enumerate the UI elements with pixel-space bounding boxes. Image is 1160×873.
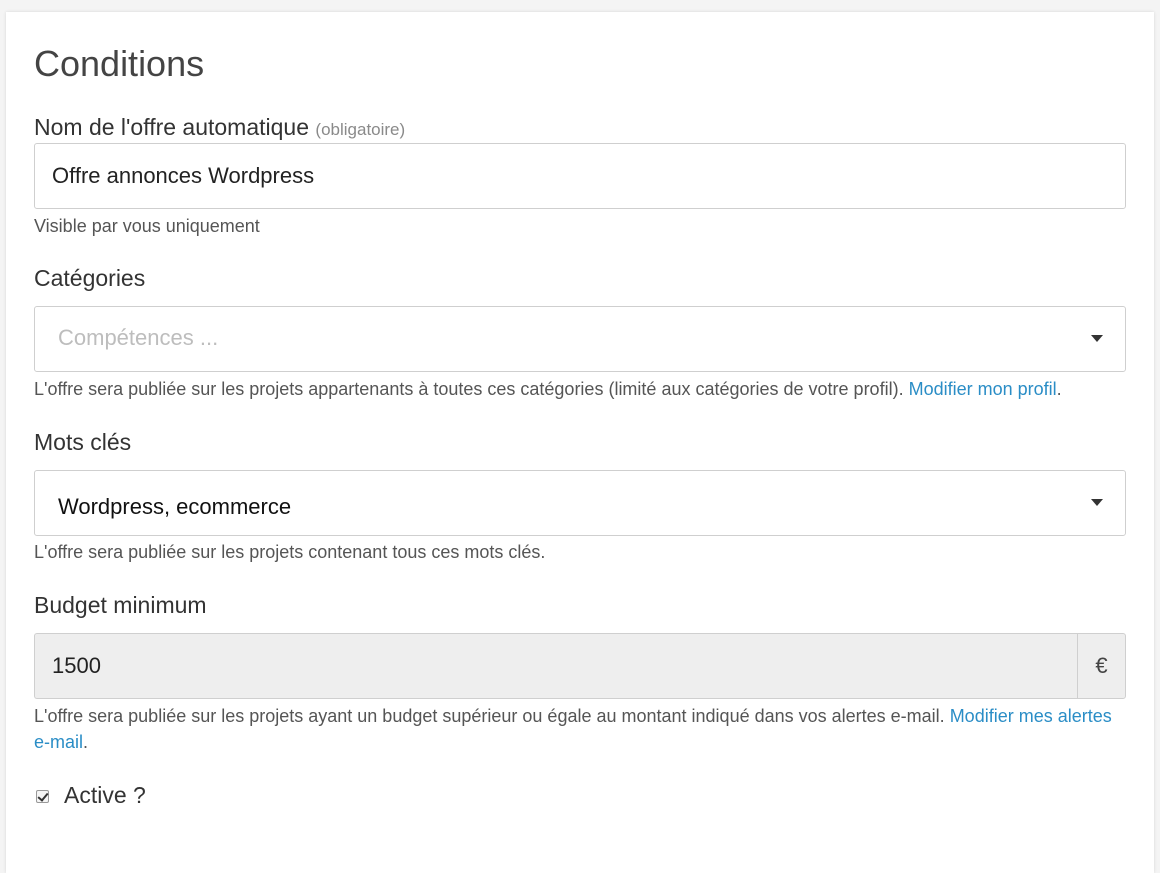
conditions-card: Conditions Nom de l'offre automatique (o… bbox=[6, 12, 1154, 873]
budget-value: 1500 bbox=[52, 653, 101, 678]
categories-help-suffix: . bbox=[1056, 379, 1062, 399]
currency-addon: € bbox=[1077, 633, 1126, 699]
keywords-help: L'offre sera publiée sur les projets con… bbox=[34, 542, 546, 562]
modify-profile-link[interactable]: Modifier mon profil bbox=[909, 379, 1057, 399]
required-hint: (obligatoire) bbox=[315, 120, 406, 139]
keywords-label: Mots clés bbox=[34, 429, 132, 455]
budget-label: Budget minimum bbox=[34, 592, 207, 618]
name-label-text: Nom de l'offre automatique bbox=[34, 114, 310, 140]
caret-down-icon[interactable] bbox=[1091, 335, 1103, 342]
name-field-label: Nom de l'offre automatique (obligatoire) bbox=[34, 113, 405, 144]
keywords-value: Wordpress, ecommerce bbox=[58, 494, 292, 519]
budget-input[interactable]: 1500 bbox=[34, 633, 1077, 699]
budget-help-text: L'offre sera publiée sur les projets aya… bbox=[34, 706, 945, 726]
active-checkbox[interactable] bbox=[36, 790, 49, 803]
budget-input-group: 1500 € bbox=[34, 633, 1126, 699]
active-checkbox-label[interactable]: Active ? bbox=[64, 781, 146, 809]
offer-name-help: Visible par vous uniquement bbox=[34, 216, 260, 236]
categories-select[interactable]: Compétences ... bbox=[34, 306, 1126, 372]
offer-name-value: Offre annonces Wordpress bbox=[52, 163, 315, 188]
offer-name-input[interactable]: Offre annonces Wordpress bbox=[34, 143, 1126, 209]
section-title: Conditions bbox=[34, 43, 205, 84]
categories-placeholder: Compétences ... bbox=[58, 325, 219, 350]
budget-help-suffix: . bbox=[83, 732, 89, 752]
categories-help-text: L'offre sera publiée sur les projets app… bbox=[34, 379, 904, 399]
keywords-select[interactable]: Wordpress, ecommerce bbox=[34, 470, 1126, 536]
categories-label: Catégories bbox=[34, 265, 146, 291]
categories-help: L'offre sera publiée sur les projets app… bbox=[34, 376, 1126, 402]
budget-help: L'offre sera publiée sur les projets aya… bbox=[34, 703, 1126, 755]
caret-down-icon[interactable] bbox=[1091, 499, 1103, 506]
